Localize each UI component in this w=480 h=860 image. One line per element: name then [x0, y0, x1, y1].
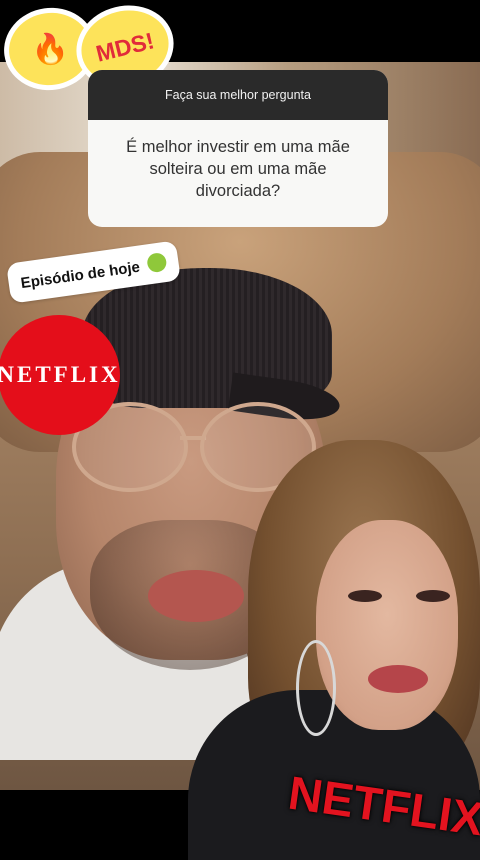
- episode-label-text: Episódio de hoje: [19, 258, 141, 293]
- woman-eye-left: [348, 590, 382, 602]
- hoop-earring: [296, 640, 336, 736]
- story-screen: 🔥 MDS! Faça sua melhor pergunta É melhor…: [0, 0, 480, 860]
- question-sticker[interactable]: Faça sua melhor pergunta É melhor invest…: [88, 70, 388, 227]
- nauseated-face-icon: [146, 251, 168, 274]
- question-header: Faça sua melhor pergunta: [88, 70, 388, 120]
- fire-icon: 🔥: [29, 30, 71, 68]
- woman-eye-right: [416, 590, 450, 602]
- woman-lips: [368, 665, 428, 693]
- mds-text: MDS!: [93, 26, 157, 67]
- question-body: É melhor investir em uma mãe solteira ou…: [88, 120, 388, 202]
- question-text: É melhor investir em uma mãe solteira ou…: [126, 138, 350, 200]
- question-header-text: Faça sua melhor pergunta: [165, 88, 311, 102]
- netflix-logo-text-small: NETFLIX: [0, 362, 121, 387]
- netflix-logo-circle: NETFLIX: [0, 315, 120, 435]
- woman-face: [316, 520, 458, 730]
